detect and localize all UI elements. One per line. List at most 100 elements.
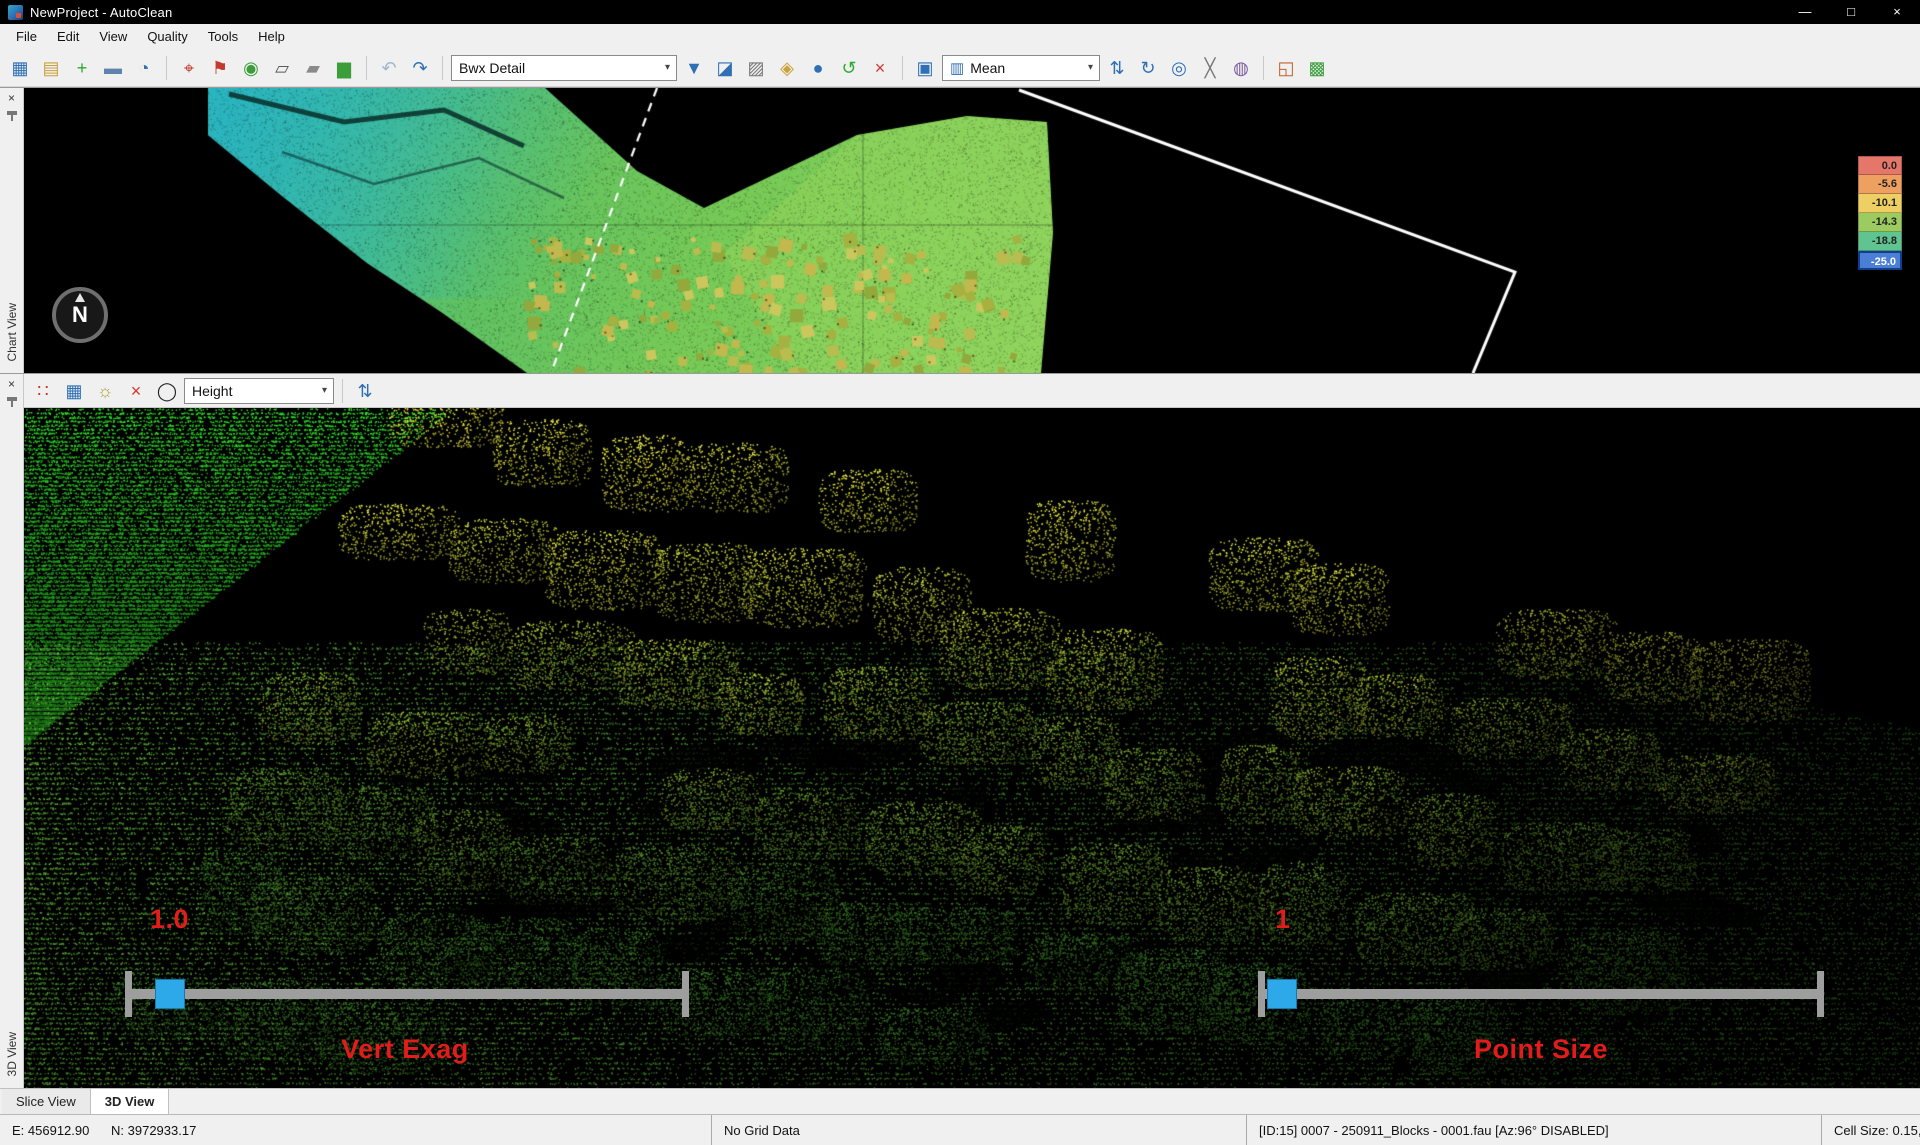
point-size-track[interactable] [1261, 989, 1821, 999]
select-area-button[interactable]: ▰ [299, 54, 327, 82]
status-cell-size: Cell Size: 0.15,I [1822, 1115, 1920, 1145]
chart-view-canvas[interactable] [24, 88, 1920, 373]
minimize-button[interactable]: — [1782, 0, 1828, 24]
app-icon [8, 5, 23, 20]
toolbar-separator [902, 56, 903, 80]
menu-quality[interactable]: Quality [137, 24, 197, 49]
filter-spline-button[interactable]: ▼ [680, 54, 708, 82]
query-surface-button[interactable]: ◍ [1227, 54, 1255, 82]
chevron-down-icon: ▾ [663, 62, 672, 73]
legend-entry[interactable]: 0.0 [1858, 156, 1902, 175]
vert-exag-label: Vert Exag [285, 1034, 525, 1065]
legend-entry[interactable]: -25.0 [1858, 251, 1902, 270]
swap-views-button[interactable]: ⇅ [351, 377, 379, 405]
maximize-button[interactable]: □ [1828, 0, 1874, 24]
application-window: NewProject - AutoClean — □ × FileEditVie… [0, 0, 1920, 1145]
chart-view-dock: × Chart View N 0.0-5.6-10.1-14.3-18.8-25… [0, 87, 1920, 374]
legend-entry[interactable]: -5.6 [1858, 175, 1902, 194]
chart-view-content: N 0.0-5.6-10.1-14.3-18.8-25.0 [24, 88, 1920, 373]
point-size-label: Point Size [1421, 1034, 1661, 1065]
toolbar-separator [342, 379, 343, 403]
zoom-surface-button[interactable]: ◎ [1165, 54, 1193, 82]
menu-help[interactable]: Help [248, 24, 295, 49]
view3d-dock-close-button[interactable]: × [8, 377, 15, 391]
select-polygon-button[interactable]: ▱ [268, 54, 296, 82]
legend-entry[interactable]: -14.3 [1858, 213, 1902, 232]
view3d-strip-label: 3D View [5, 1032, 19, 1076]
grid-surface-button[interactable]: ▣ [911, 54, 939, 82]
undo-button[interactable]: ↶ [375, 54, 403, 82]
grid-stat-dropdown-icon: ▥ [950, 59, 964, 77]
chart-view-strip: × Chart View [0, 88, 24, 373]
tab-slice-view[interactable]: Slice View [2, 1089, 91, 1114]
vert-exag-handle[interactable] [155, 979, 185, 1009]
flag-marker-button[interactable]: ⚑ [206, 54, 234, 82]
cut-surface-button[interactable]: ╳ [1196, 54, 1224, 82]
detail-mode-dropdown[interactable]: Bwx Detail ▾ [451, 55, 677, 81]
north-compass: N [52, 287, 108, 343]
bottom-tab-bar: Slice View3D View [0, 1088, 1920, 1114]
toolbar-separator [166, 56, 167, 80]
vert-exag-cap-right [682, 971, 689, 1017]
status-active-file: [ID:15] 0007 - 250911_Blocks - 0001.fau … [1247, 1115, 1822, 1145]
point-size-cap-right [1817, 971, 1824, 1017]
open-project-button[interactable]: ▤ [37, 54, 65, 82]
legend-entry[interactable]: -10.1 [1858, 194, 1902, 213]
color-mode-dropdown[interactable]: Height▾ [184, 378, 334, 404]
zoom-target-button[interactable]: ⌖ [175, 54, 203, 82]
view3d-strip: × 3D View [0, 374, 24, 1088]
view3d-toolbar: ∷▦☼×◯Height▾ ⇅ [24, 374, 1920, 408]
chart-view-strip-label: Chart View [5, 303, 19, 361]
toolbar-separator [1263, 56, 1264, 80]
filter-brush-button[interactable]: ▨ [742, 54, 770, 82]
main-toolbar: ▦▤+▬◔ ⌖⚑◉▱▰▆ ↶↷ Bwx Detail ▾ ▼◪▨◈●↺× ▣▥Mean▾⇅↻… [0, 49, 1920, 87]
vert-exag-track[interactable] [128, 989, 686, 999]
auto-hide-pin-icon[interactable] [7, 397, 17, 401]
tab-3d-view[interactable]: 3D View [91, 1089, 170, 1114]
status-coordinates: E: 456912.90 N: 3972933.17 [0, 1115, 712, 1145]
color-mode-dropdown-value: Height [192, 383, 314, 399]
chart-dock-close-button[interactable]: × [8, 91, 15, 105]
menu-view[interactable]: View [89, 24, 137, 49]
layer-order-button[interactable]: ⇅ [1103, 54, 1131, 82]
redo-button[interactable]: ↷ [406, 54, 434, 82]
workflow-nodes-button[interactable]: ▩ [1303, 54, 1331, 82]
clear-view-button[interactable]: × [122, 377, 150, 405]
chart-map-button[interactable]: ▦ [6, 54, 34, 82]
vert-exag-cap-left [125, 971, 132, 1017]
auto-hide-pin-icon[interactable] [7, 111, 17, 115]
histogram-button[interactable]: ▆ [330, 54, 358, 82]
reject-points-button[interactable]: × [866, 54, 894, 82]
filter-sphere-button[interactable]: ● [804, 54, 832, 82]
vert-exag-value: 1.0 [150, 904, 189, 935]
point-select-button[interactable]: ∷ [29, 377, 57, 405]
menu-edit[interactable]: Edit [47, 24, 89, 49]
menu-tools[interactable]: Tools [198, 24, 248, 49]
filter-swath-button[interactable]: ◈ [773, 54, 801, 82]
close-button[interactable]: × [1874, 0, 1920, 24]
menu-file[interactable]: File [6, 24, 47, 49]
legend-entry[interactable]: -18.8 [1858, 232, 1902, 251]
add-files-button[interactable]: + [68, 54, 96, 82]
chevron-down-icon: ▾ [1086, 62, 1095, 73]
window-controls: — □ × [1782, 0, 1920, 24]
undo-filter-button[interactable]: ↺ [835, 54, 863, 82]
binder-button[interactable]: ▬ [99, 54, 127, 82]
export-data-button[interactable]: ◱ [1272, 54, 1300, 82]
menu-bar: FileEditViewQualityToolsHelp [0, 24, 1920, 49]
toolbar-separator [442, 56, 443, 80]
view3d-area: 1.0Vert Exag1Point Size [24, 408, 1920, 1088]
detail-mode-dropdown-value: Bwx Detail [459, 60, 657, 76]
depth-legend: 0.0-5.6-10.1-14.3-18.8-25.0 [1858, 156, 1902, 270]
window-title: NewProject - AutoClean [30, 5, 172, 20]
shape-mode-button[interactable]: ◯ [153, 377, 181, 405]
refresh-surface-button[interactable]: ↻ [1134, 54, 1162, 82]
view3d-canvas[interactable] [24, 408, 1920, 1088]
point-size-handle[interactable] [1267, 979, 1297, 1009]
geo-pin-button[interactable]: ◉ [237, 54, 265, 82]
grid-stat-dropdown[interactable]: ▥Mean▾ [942, 55, 1100, 81]
point-grid-button[interactable]: ▦ [60, 377, 88, 405]
lighting-button[interactable]: ☼ [91, 377, 119, 405]
processing-globe-button[interactable]: ◔ [130, 54, 158, 82]
filter-threshold-button[interactable]: ◪ [711, 54, 739, 82]
